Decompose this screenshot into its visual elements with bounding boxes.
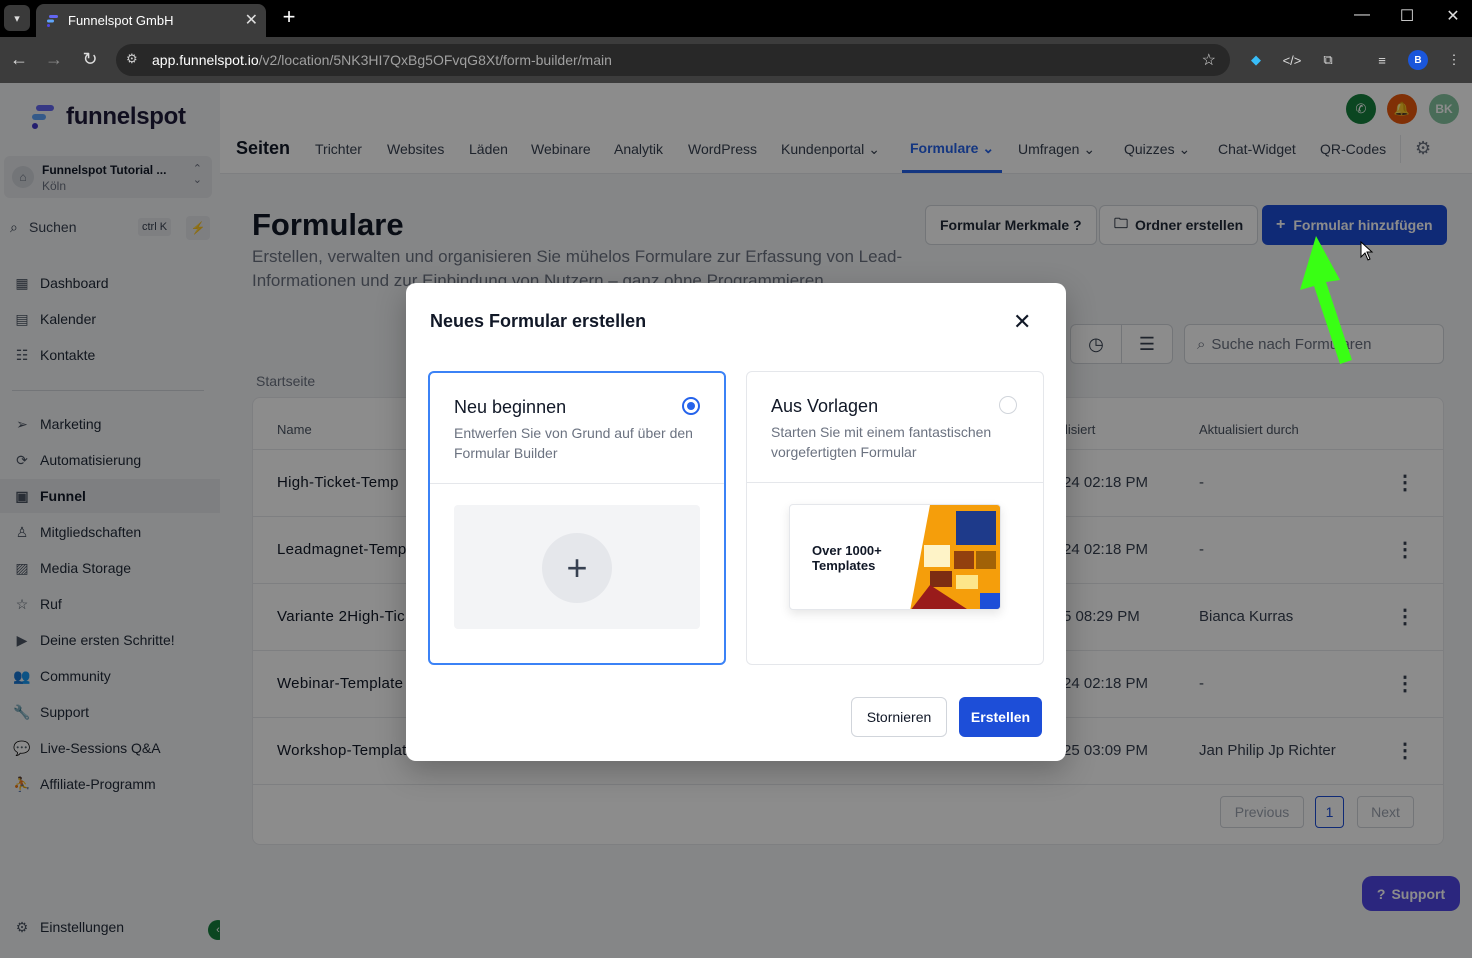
window-close-icon[interactable]: ✕ — [1443, 6, 1463, 26]
plus-icon: + — [542, 533, 612, 603]
extensions-puzzle-icon[interactable]: ⧉ — [1318, 50, 1338, 70]
reload-icon[interactable]: ↻ — [79, 49, 101, 70]
option-description: Entwerfen Sie von Grund auf über den For… — [454, 425, 693, 461]
option-radio-template[interactable] — [999, 396, 1017, 414]
bookmark-star-icon[interactable]: ☆ — [1202, 50, 1216, 70]
tab-title: Funnelspot GmbH — [68, 13, 174, 28]
template-collage-image — [910, 505, 1000, 609]
close-icon[interactable]: ✕ — [1013, 311, 1031, 333]
card-divider — [747, 482, 1043, 483]
minimize-icon[interactable]: — — [1352, 6, 1372, 24]
option-start-new[interactable]: Neu beginnen Entwerfen Sie von Grund auf… — [428, 371, 726, 665]
create-button[interactable]: Erstellen — [959, 697, 1042, 737]
url-path: /v2/location/5NK3HI7QxBg5OFvqG8Xt/form-b… — [258, 52, 612, 68]
back-icon[interactable]: ← — [8, 49, 30, 70]
profile-avatar[interactable]: B — [1408, 50, 1428, 70]
url-host: app.funnelspot.io — [152, 52, 259, 68]
funnelspot-favicon-icon — [47, 14, 58, 27]
close-tab-icon[interactable]: ✕ — [245, 10, 258, 30]
site-info-icon[interactable]: ⚙ — [126, 51, 138, 67]
annotation-arrow-icon — [1300, 236, 1352, 364]
new-form-modal: Neues Formular erstellen ✕ Neu beginnen … — [406, 283, 1066, 761]
maximize-icon[interactable]: ☐ — [1397, 6, 1417, 26]
modal-title: Neues Formular erstellen — [430, 311, 647, 331]
option-description: Starten Sie mit einem fantastischen vorg… — [771, 424, 992, 460]
template-preview-text: Over 1000+ Templates — [812, 543, 882, 573]
template-preview: Over 1000+ Templates — [789, 504, 1001, 610]
extension-code-icon[interactable]: </> — [1282, 50, 1302, 70]
option-title: Aus Vorlagen — [771, 396, 879, 416]
address-bar[interactable]: ⚙ app.funnelspot.io/v2/location/5NK3HI7Q… — [116, 44, 1230, 76]
tab-search-chevron-icon[interactable]: ▾ — [4, 5, 30, 31]
browser-menu-icon[interactable]: ⋮ — [1444, 50, 1464, 70]
blank-form-preview: + — [454, 505, 700, 629]
browser-toolbar: ← → ↻ ⚙ app.funnelspot.io/v2/location/5N… — [0, 37, 1472, 83]
option-from-template[interactable]: Aus Vorlagen Starten Sie mit einem fanta… — [746, 371, 1044, 665]
option-title: Neu beginnen — [454, 397, 567, 417]
mouse-cursor-icon — [1360, 241, 1374, 261]
cancel-button[interactable]: Stornieren — [851, 697, 947, 737]
card-divider — [430, 483, 724, 484]
forward-icon[interactable]: → — [43, 49, 65, 70]
media-control-icon[interactable]: ≡ — [1372, 50, 1392, 70]
browser-tabbar: ▾ Funnelspot GmbH ✕ + — ☐ ✕ — [0, 0, 1472, 37]
browser-tab[interactable]: Funnelspot GmbH ✕ — [36, 4, 266, 37]
option-radio-new[interactable] — [682, 397, 700, 415]
extension-diamond-icon[interactable]: ◆ — [1246, 50, 1266, 70]
new-tab-icon[interactable]: + — [278, 4, 300, 30]
